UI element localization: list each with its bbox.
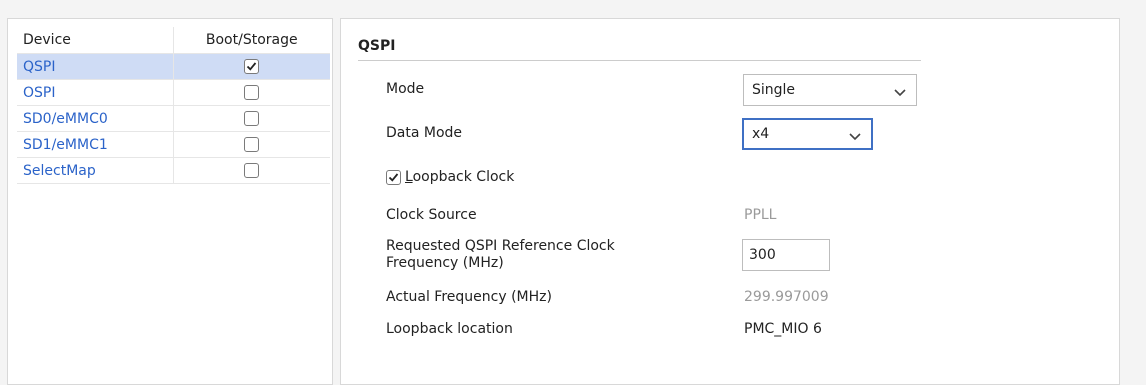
data-mode-label: Data Mode bbox=[386, 125, 463, 141]
mode-select[interactable]: Single bbox=[743, 74, 917, 106]
boot-storage-column-header[interactable]: Boot/Storage bbox=[172, 27, 330, 54]
actual-frequency-value: 299.997009 bbox=[744, 289, 829, 305]
loopback-clock-checkbox[interactable] bbox=[386, 169, 401, 185]
loopback-clock-mnemonic: L bbox=[405, 169, 413, 185]
qspi-settings-panel: QSPI Mode Single Data Mode x4 Loopback C… bbox=[340, 18, 1120, 385]
chevron-down-icon bbox=[894, 85, 906, 101]
boot-storage-cell bbox=[172, 157, 330, 184]
check-icon bbox=[388, 172, 399, 182]
boot-storage-checkbox[interactable] bbox=[244, 85, 260, 100]
loopback-location-value: PMC_MIO 6 bbox=[744, 321, 822, 337]
clock-source-label: Clock Source bbox=[386, 207, 477, 223]
data-mode-select[interactable]: x4 bbox=[742, 118, 873, 150]
device-name[interactable]: SD0/eMMC0 bbox=[17, 105, 173, 132]
device-row[interactable]: SelectMap bbox=[17, 157, 330, 184]
loopback-clock-checkbox-row[interactable]: Loopback Clock bbox=[386, 169, 514, 185]
device-panel: Device Boot/Storage QSPI OSPI SD0/eMMC0 SD1… bbox=[7, 18, 333, 385]
device-table-header: Device Boot/Storage bbox=[17, 27, 330, 54]
actual-frequency-label: Actual Frequency (MHz) bbox=[386, 289, 552, 305]
device-column-header[interactable]: Device bbox=[17, 27, 173, 54]
requested-frequency-input[interactable]: 300 bbox=[742, 239, 830, 271]
section-title: QSPI bbox=[358, 38, 396, 54]
device-name[interactable]: OSPI bbox=[17, 79, 173, 106]
requested-frequency-label-line1: Requested QSPI Reference Clock bbox=[386, 238, 615, 254]
chevron-down-icon bbox=[849, 129, 861, 145]
device-row[interactable]: SD1/eMMC1 bbox=[17, 131, 330, 158]
device-row[interactable]: SD0/eMMC0 bbox=[17, 105, 330, 132]
boot-storage-checkbox[interactable] bbox=[244, 111, 260, 126]
data-mode-select-value: x4 bbox=[752, 126, 770, 142]
device-name[interactable]: SD1/eMMC1 bbox=[17, 131, 173, 158]
boot-storage-cell bbox=[172, 131, 330, 158]
mode-select-value: Single bbox=[752, 82, 796, 98]
clock-source-value: PPLL bbox=[744, 207, 777, 223]
check-icon bbox=[247, 62, 257, 71]
boot-storage-checkbox[interactable] bbox=[244, 59, 260, 74]
device-table: Device Boot/Storage QSPI OSPI SD0/eMMC0 SD1… bbox=[17, 27, 330, 184]
requested-frequency-value: 300 bbox=[749, 247, 776, 263]
boot-storage-cell bbox=[172, 105, 330, 132]
boot-storage-cell bbox=[172, 53, 330, 80]
device-name[interactable]: QSPI bbox=[17, 53, 173, 80]
device-row[interactable]: OSPI bbox=[17, 79, 330, 106]
loopback-clock-label: oopback Clock bbox=[412, 169, 515, 185]
device-row[interactable]: QSPI bbox=[17, 53, 330, 80]
boot-storage-cell bbox=[172, 79, 330, 106]
section-divider bbox=[358, 60, 921, 61]
mode-label: Mode bbox=[386, 81, 425, 97]
loopback-location-label: Loopback location bbox=[386, 321, 513, 337]
boot-storage-checkbox[interactable] bbox=[244, 163, 260, 178]
requested-frequency-label-line2: Frequency (MHz) bbox=[386, 255, 504, 271]
device-name[interactable]: SelectMap bbox=[17, 157, 173, 184]
boot-storage-checkbox[interactable] bbox=[244, 137, 260, 152]
